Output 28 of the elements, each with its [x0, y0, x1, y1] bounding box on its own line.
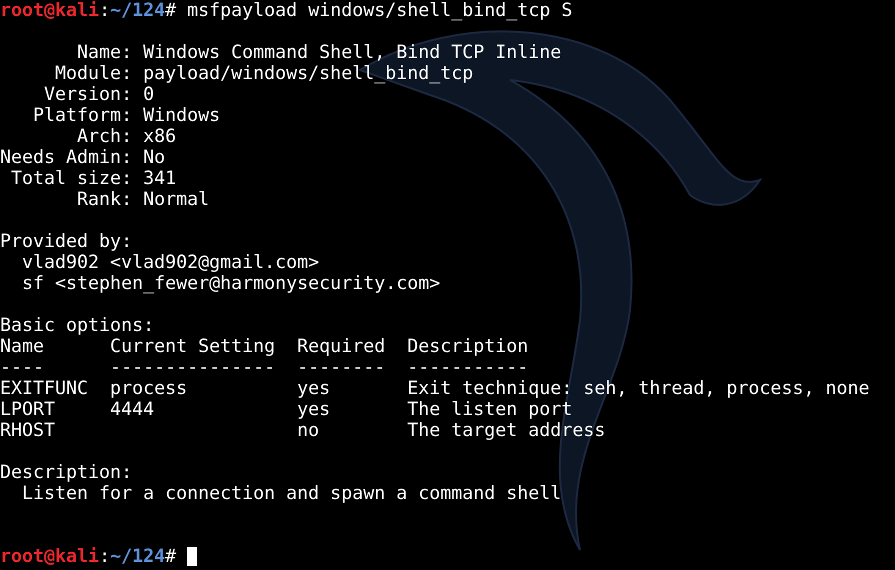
output-line: Basic options: [0, 315, 154, 336]
output-line: Version: 0 [43, 84, 154, 105]
output-line: Provided by: [0, 231, 132, 252]
prompt-user: root@kali [0, 546, 100, 567]
output-line: Arch: x86 [76, 126, 176, 147]
prompt-sign: # [165, 0, 176, 21]
output-line: RHOST no The target address [0, 420, 606, 441]
output-line: Listen for a connection and spawn a command shell [21, 483, 562, 504]
output-line: EXITFUNC process yes Exit technique: seh, thread, process, none [0, 378, 870, 399]
prompt-user: root@kali [0, 0, 100, 21]
output-line: ---- --------------- -------- ----------- [0, 357, 528, 378]
output-line: sf <stephen_fewer@harmonysecurity.com> [21, 273, 440, 294]
output-line: Rank: Normal [76, 189, 210, 210]
prompt-sign: # [165, 546, 176, 567]
output-line: Description: [0, 462, 132, 483]
output-line: Total size: 341 [10, 168, 176, 189]
prompt-path: ~/124 [110, 0, 166, 21]
output-line: Name Current Setting Required Description [0, 336, 528, 357]
output-line: vlad902 <vlad902@gmail.com> [21, 252, 320, 273]
prompt-separator: : [99, 0, 110, 21]
output-line: Module: payload/windows/shell_bind_tcp [54, 63, 474, 84]
output-line: Needs Admin: No [0, 147, 166, 168]
output-line: Name: Windows Command Shell, Bind TCP Inline [76, 42, 562, 63]
output-line: Platform: Windows [32, 105, 220, 126]
prompt-path: ~/124 [110, 546, 166, 567]
output-line: LPORT 4444 yes The listen port [0, 399, 572, 420]
command-text: msfpayload windows/shell_bind_tcp S [187, 0, 572, 21]
prompt-separator: : [99, 546, 110, 567]
